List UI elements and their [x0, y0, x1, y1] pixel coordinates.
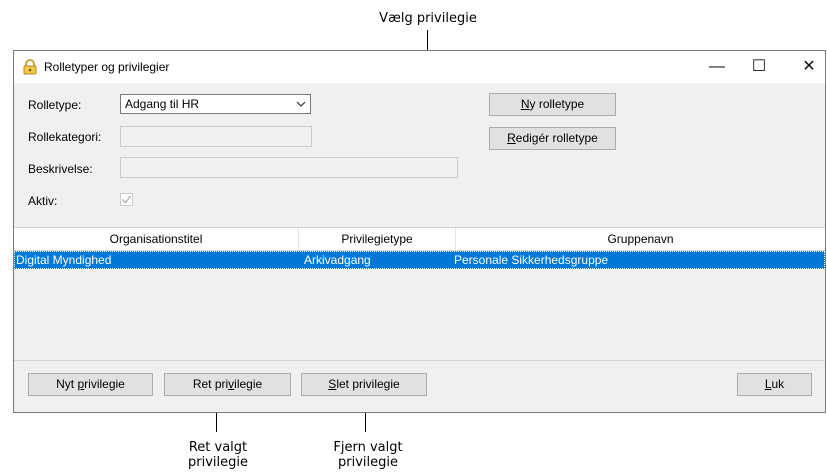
column-header-organisationstitel[interactable]: Organisationstitel	[14, 228, 299, 250]
cell-organisationstitel: Digital Myndighed	[16, 253, 112, 267]
annotation-delete-privilege: Fjern valgt privilegie	[333, 440, 403, 470]
rolletype-label: Rolletype:	[28, 98, 82, 112]
title-bar: Rolletyper og privilegier — ☐ ✕	[14, 51, 825, 83]
rollekategori-field[interactable]	[120, 126, 312, 147]
roles-privileges-window: Rolletyper og privilegier — ☐ ✕ Rolletyp…	[13, 50, 826, 413]
delete-privilege-button[interactable]: Slet privilegie	[301, 373, 427, 396]
chevron-down-icon	[296, 101, 306, 107]
rollekategori-label: Rollekategori:	[28, 130, 102, 144]
table-header: Organisationstitel Privilegietype Gruppe…	[14, 228, 825, 251]
new-roletype-button[interactable]: Ny rolletype	[489, 93, 616, 116]
rolletype-value: Adgang til HR	[125, 97, 200, 111]
cell-gruppenavn: Personale Sikkerhedsgruppe	[454, 253, 609, 267]
privileges-table: Organisationstitel Privilegietype Gruppe…	[14, 227, 825, 361]
maximize-button[interactable]: ☐	[736, 51, 782, 83]
new-privilege-button[interactable]: Nyt privilegie	[28, 373, 153, 396]
aktiv-label: Aktiv:	[28, 194, 58, 208]
edit-privilege-button[interactable]: Ret privilegie	[164, 373, 291, 396]
minimize-button[interactable]: —	[694, 51, 740, 83]
aktiv-checkbox[interactable]	[120, 193, 133, 206]
beskrivelse-label: Beskrivelse:	[28, 162, 93, 176]
table-row[interactable]: Digital Myndighed Arkivadgang Personale …	[14, 251, 825, 269]
window-title: Rolletyper og privilegier	[44, 60, 170, 74]
column-header-privilegietype[interactable]: Privilegietype	[299, 228, 456, 250]
close-dialog-button[interactable]: Luk	[737, 373, 812, 396]
edit-roletype-button[interactable]: Redigér rolletype	[489, 127, 616, 150]
checkmark-icon	[122, 195, 132, 204]
annotation-select-privilege: Vælg privilegie	[379, 11, 477, 26]
close-button[interactable]: ✕	[786, 51, 827, 83]
lock-icon	[23, 59, 37, 75]
cell-privilegietype: Arkivadgang	[304, 253, 371, 267]
beskrivelse-field[interactable]	[120, 157, 458, 178]
rolletype-select[interactable]: Adgang til HR	[120, 94, 311, 114]
annotation-edit-privilege: Ret valgt privilegie	[188, 440, 248, 470]
column-header-gruppenavn[interactable]: Gruppenavn	[456, 228, 825, 250]
